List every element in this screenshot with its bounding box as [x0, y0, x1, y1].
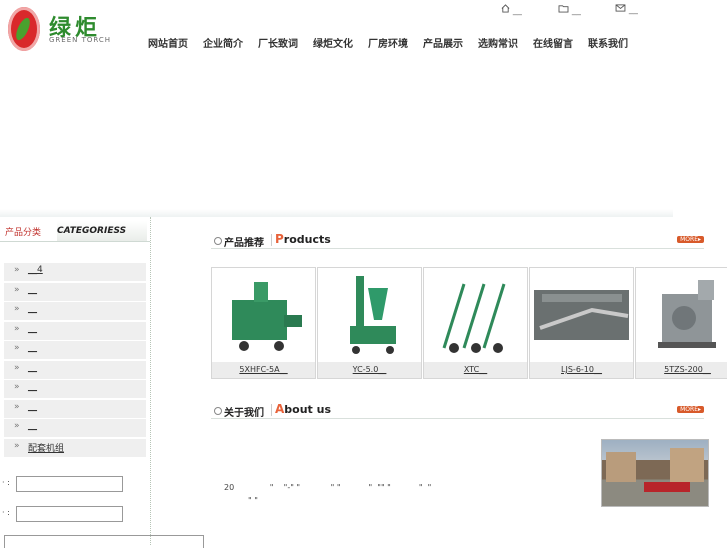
category-item[interactable]: » __	[4, 302, 146, 320]
category-item[interactable]: » __	[4, 321, 146, 340]
product-card[interactable]: 5XHFC-5A__	[211, 267, 316, 379]
site-header: 绿炬 GREEN TORCH __ __ __ 网站首页 企业简介 厂长致词 绿…	[0, 0, 673, 59]
product-card[interactable]: YC-5.0__	[317, 267, 422, 379]
building-left	[606, 452, 636, 482]
double-chevron-icon: »	[14, 323, 20, 334]
double-chevron-icon: »	[14, 343, 20, 353]
home-link[interactable]: __	[501, 4, 522, 16]
double-chevron-icon: »	[14, 440, 20, 451]
factory-photo	[601, 439, 709, 507]
nav-culture[interactable]: 绿炬文化	[313, 35, 353, 50]
category-item[interactable]: » __	[4, 380, 146, 398]
product-image[interactable]	[426, 270, 525, 360]
products-title-en: Products	[275, 232, 331, 246]
about-title-en: About us	[275, 402, 332, 416]
form-row-1: · :	[2, 476, 132, 492]
category-item[interactable]: » __	[4, 399, 146, 418]
product-name[interactable]: LJS-6-10__	[530, 362, 633, 378]
nav-company-profile[interactable]: 企业简介	[203, 35, 243, 50]
double-chevron-icon: »	[14, 284, 20, 295]
category-item[interactable]: » __	[4, 360, 146, 379]
category-title-cn: 产品分类	[5, 228, 42, 238]
divider	[271, 234, 272, 246]
nav-message[interactable]: 在线留言	[533, 35, 573, 50]
factory-gate-sign	[644, 482, 690, 492]
product-gallery: 5XHFC-5A__ YC-5.0__ XTC__ LJS-6-10__ 5TZ…	[211, 267, 727, 379]
home-link-label: __	[512, 6, 522, 16]
product-image[interactable]	[320, 270, 419, 360]
more-button[interactable]: MORE▸	[677, 236, 704, 243]
product-card[interactable]: LJS-6-10__	[529, 267, 634, 379]
favorite-link[interactable]: __	[558, 4, 581, 16]
logo-icon[interactable]	[8, 7, 40, 51]
bottom-input-box[interactable]	[4, 535, 204, 548]
more-button[interactable]: MORE▸	[677, 406, 704, 413]
nav-buying-guide[interactable]: 选购常识	[478, 35, 518, 50]
banner-divider	[0, 209, 673, 217]
double-chevron-icon: »	[14, 265, 20, 275]
double-chevron-icon: »	[14, 401, 20, 412]
products-title-cn: 产品推荐	[224, 238, 264, 249]
form-row-2: · :	[2, 506, 132, 522]
text-input[interactable]	[16, 506, 123, 522]
mail-icon	[615, 4, 626, 12]
nav-director-speech[interactable]: 厂长致词	[258, 35, 298, 50]
nav-factory[interactable]: 厂房环境	[368, 35, 408, 50]
category-header: 产品分类 CATEGORIESS	[0, 221, 150, 242]
main-nav: 网站首页 企业简介 厂长致词 绿炬文化 厂房环境 产品展示 选购常识 在线留言 …	[148, 35, 643, 50]
product-image[interactable]	[638, 270, 727, 360]
home-icon	[501, 4, 510, 13]
category-item[interactable]: » 配套机组	[4, 438, 146, 457]
products-section-header: 产品推荐 Products MORE▸	[211, 232, 704, 249]
bullet-icon	[214, 407, 222, 415]
favorite-link-label: __	[571, 6, 581, 16]
bullet-icon	[214, 237, 222, 245]
product-card[interactable]: 5TZS-200__	[635, 267, 727, 379]
product-image[interactable]	[532, 270, 631, 360]
nav-home[interactable]: 网站首页	[148, 35, 188, 50]
category-item[interactable]: » __4	[4, 263, 146, 281]
category-item[interactable]: » __	[4, 419, 146, 437]
category-item[interactable]: » __	[4, 282, 146, 301]
contact-link[interactable]: __	[615, 4, 638, 15]
nav-products[interactable]: 产品展示	[423, 35, 463, 50]
category-list: » __4 » __ » __ » __ » __ » __ » __ » __ » __ » 配套…	[4, 263, 146, 458]
about-text-continued: " "	[248, 496, 258, 505]
about-section-header: 关于我们 About us MORE▸	[211, 402, 704, 419]
top-links: __ __ __	[501, 4, 661, 16]
category-title-en: CATEGORIESS	[57, 221, 147, 241]
double-chevron-icon: »	[14, 421, 20, 431]
product-card[interactable]: XTC__	[423, 267, 528, 379]
contact-link-label: __	[628, 5, 638, 15]
double-chevron-icon: »	[14, 362, 20, 373]
divider	[271, 404, 272, 416]
building-right	[670, 448, 704, 482]
folder-icon	[558, 5, 569, 13]
product-name[interactable]: XTC__	[424, 362, 527, 378]
product-image[interactable]	[214, 270, 313, 360]
brand-name-en: GREEN TORCH	[49, 36, 112, 44]
double-chevron-icon: »	[14, 382, 20, 392]
product-name[interactable]: 5XHFC-5A__	[212, 362, 315, 378]
product-name[interactable]: 5TZS-200__	[636, 362, 727, 378]
about-text: 20 " "-" " " " " "" " " "	[224, 483, 432, 492]
field-label: · :	[2, 508, 10, 517]
nav-contact[interactable]: 联系我们	[588, 35, 628, 50]
text-input[interactable]	[16, 476, 123, 492]
about-title-cn: 关于我们	[224, 408, 264, 419]
double-chevron-icon: »	[14, 304, 20, 314]
category-item[interactable]: » __	[4, 341, 146, 359]
banner-area	[0, 57, 673, 215]
field-label: · :	[2, 478, 10, 487]
product-name[interactable]: YC-5.0__	[318, 362, 421, 378]
